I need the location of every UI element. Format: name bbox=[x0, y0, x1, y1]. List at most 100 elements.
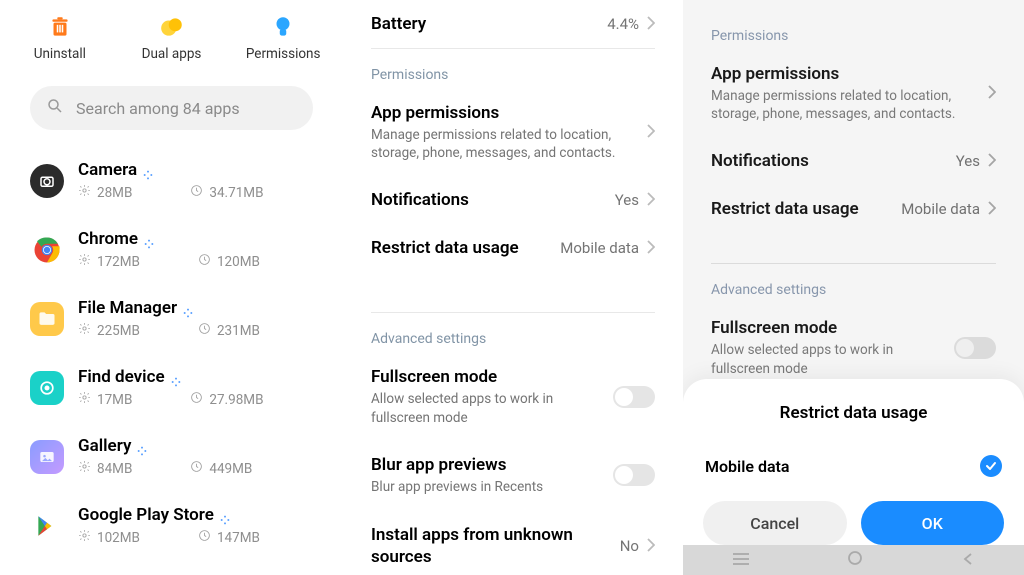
search-input[interactable]: Search among 84 apps bbox=[30, 86, 313, 130]
loading-dots-icon bbox=[137, 441, 147, 451]
cancel-button[interactable]: Cancel bbox=[703, 501, 847, 545]
fullscreen-mode-row[interactable]: Fullscreen mode Allow selected apps to w… bbox=[371, 353, 655, 440]
permissions-action[interactable]: Permissions bbox=[227, 14, 339, 62]
system-nav-bar bbox=[683, 545, 1024, 575]
fullscreen-sub: Allow selected apps to work in fullscree… bbox=[711, 341, 944, 377]
advanced-section-label: Advanced settings bbox=[371, 313, 655, 353]
chevron-right-icon bbox=[647, 537, 655, 556]
app-data-size: 449MB bbox=[190, 460, 252, 477]
blur-previews-row[interactable]: Blur app previews Blur app previews in R… bbox=[371, 441, 655, 510]
gear-icon bbox=[78, 322, 91, 339]
gear-icon bbox=[78, 460, 91, 477]
apps-list-panel: Uninstall Dual apps Permissions Search a… bbox=[0, 0, 343, 575]
app-row[interactable]: Chrome 172MB 120MB bbox=[30, 215, 313, 284]
app-name: Camera bbox=[78, 160, 137, 180]
restrict-data-row[interactable]: Restrict data usage Mobile data bbox=[371, 224, 655, 272]
dual-apps-icon bbox=[159, 14, 185, 40]
camera-icon bbox=[30, 164, 64, 198]
battery-row[interactable]: Battery 4.4% bbox=[371, 0, 655, 48]
nav-menu-icon[interactable] bbox=[732, 551, 750, 570]
app-row[interactable]: File Manager 225MB 231MB bbox=[30, 284, 313, 353]
app-row[interactable]: Gallery 84MB 449MB bbox=[30, 422, 313, 491]
install-unknown-row[interactable]: Install apps from unknown sources No bbox=[371, 510, 655, 575]
fullscreen-toggle[interactable] bbox=[954, 337, 996, 359]
clock-icon bbox=[190, 460, 203, 477]
app-row[interactable]: Google Play Store 102MB 147MB bbox=[30, 491, 313, 560]
fullscreen-toggle[interactable] bbox=[613, 386, 655, 408]
play-store-icon bbox=[30, 509, 64, 543]
notifications-value: Yes bbox=[956, 152, 980, 170]
app-storage-size: 84MB bbox=[78, 460, 132, 477]
chevron-right-icon bbox=[647, 123, 655, 142]
app-permissions-sub: Manage permissions related to location, … bbox=[711, 87, 978, 123]
chrome-icon bbox=[30, 233, 64, 267]
ok-button[interactable]: OK bbox=[861, 501, 1005, 545]
clock-icon bbox=[198, 529, 211, 546]
gallery-icon bbox=[30, 440, 64, 474]
uninstall-action[interactable]: Uninstall bbox=[4, 14, 116, 62]
app-row[interactable]: Camera 28MB 34.71MB bbox=[30, 146, 313, 215]
dual-apps-action[interactable]: Dual apps bbox=[116, 14, 228, 62]
nav-home-icon[interactable] bbox=[847, 550, 863, 570]
app-permissions-sub: Manage permissions related to location, … bbox=[371, 126, 637, 162]
clock-icon bbox=[190, 184, 203, 201]
restrict-data-title: Restrict data usage bbox=[371, 238, 519, 258]
permissions-section-label: Permissions bbox=[371, 49, 655, 89]
chevron-right-icon bbox=[647, 191, 655, 210]
app-name: Google Play Store bbox=[78, 505, 214, 525]
app-storage-size: 172MB bbox=[78, 253, 140, 270]
fullscreen-title: Fullscreen mode bbox=[371, 367, 603, 387]
permissions-icon bbox=[270, 14, 296, 40]
clock-icon bbox=[190, 391, 203, 408]
app-storage-size: 17MB bbox=[78, 391, 132, 408]
mobile-data-label: Mobile data bbox=[705, 457, 790, 476]
restrict-data-row[interactable]: Restrict data usage Mobile data bbox=[711, 185, 996, 233]
battery-label: Battery bbox=[371, 14, 426, 34]
battery-value: 4.4% bbox=[607, 15, 639, 33]
app-permissions-row[interactable]: App permissions Manage permissions relat… bbox=[711, 50, 996, 137]
clock-icon bbox=[198, 322, 211, 339]
blur-toggle[interactable] bbox=[613, 464, 655, 486]
gear-icon bbox=[78, 391, 91, 408]
app-data-size: 231MB bbox=[198, 322, 260, 339]
app-permissions-title: App permissions bbox=[711, 64, 978, 84]
app-name: Chrome bbox=[78, 229, 138, 249]
restrict-data-value: Mobile data bbox=[560, 239, 639, 257]
app-permissions-row[interactable]: App permissions Manage permissions relat… bbox=[371, 89, 655, 176]
advanced-section-label: Advanced settings bbox=[711, 264, 996, 304]
loading-dots-icon bbox=[183, 303, 193, 313]
fullscreen-sub: Allow selected apps to work in fullscree… bbox=[371, 390, 603, 426]
chevron-right-icon bbox=[988, 84, 996, 103]
restrict-data-value: Mobile data bbox=[901, 200, 980, 218]
nav-back-icon[interactable] bbox=[961, 551, 975, 570]
permissions-label: Permissions bbox=[246, 46, 321, 62]
dual-apps-label: Dual apps bbox=[142, 46, 202, 62]
restrict-data-panel: Permissions App permissions Manage permi… bbox=[683, 0, 1024, 575]
gear-icon bbox=[78, 184, 91, 201]
install-title: Install apps from unknown sources bbox=[371, 524, 610, 568]
fullscreen-title: Fullscreen mode bbox=[711, 318, 944, 338]
restrict-data-title: Restrict data usage bbox=[711, 199, 859, 219]
app-row[interactable]: Find device 17MB 27.98MB bbox=[30, 353, 313, 422]
app-data-size: 27.98MB bbox=[190, 391, 263, 408]
search-placeholder: Search among 84 apps bbox=[76, 99, 240, 118]
clock-icon bbox=[198, 253, 211, 270]
app-storage-size: 225MB bbox=[78, 322, 140, 339]
chevron-right-icon bbox=[988, 200, 996, 219]
chevron-right-icon bbox=[988, 152, 996, 171]
app-data-size: 147MB bbox=[198, 529, 260, 546]
folder-icon bbox=[30, 302, 64, 336]
loading-dots-icon bbox=[143, 165, 153, 175]
app-name: File Manager bbox=[78, 298, 177, 318]
install-value: No bbox=[620, 537, 639, 555]
app-name: Find device bbox=[78, 367, 165, 387]
notifications-row[interactable]: Notifications Yes bbox=[371, 176, 655, 224]
blur-sub: Blur app previews in Recents bbox=[371, 478, 603, 496]
notifications-row[interactable]: Notifications Yes bbox=[711, 137, 996, 185]
app-permissions-title: App permissions bbox=[371, 103, 637, 123]
mobile-data-option[interactable]: Mobile data bbox=[703, 449, 1004, 501]
notifications-title: Notifications bbox=[371, 190, 469, 210]
app-list: Camera 28MB 34.71MB Chrome 172MB 120MB F… bbox=[0, 136, 343, 560]
app-storage-size: 102MB bbox=[78, 529, 140, 546]
check-circle-icon bbox=[980, 455, 1002, 477]
